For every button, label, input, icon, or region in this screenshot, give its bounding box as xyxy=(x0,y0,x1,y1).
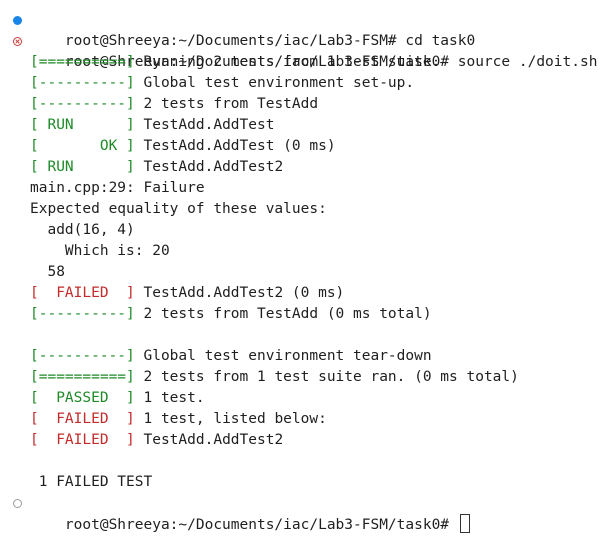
terminal-line: add(16, 4) xyxy=(0,220,616,241)
test-tag: [----------] xyxy=(30,348,135,364)
terminal-line: [----------] 2 tests from TestAdd (0 ms … xyxy=(0,304,616,325)
terminal-line: [ PASSED ] 1 test. xyxy=(0,388,616,409)
terminal-line: [ OK ] TestAdd.AddTest (0 ms) xyxy=(0,136,616,157)
test-output: Expected equality of these values: xyxy=(30,201,327,217)
terminal-line: [ RUN ] TestAdd.AddTest xyxy=(0,115,616,136)
test-tag: [ FAILED ] xyxy=(30,411,135,427)
test-tag: [----------] xyxy=(30,75,135,91)
test-tag: [----------] xyxy=(30,96,135,112)
terminal-line: root@Shreeya:~/Documents/iac/Lab3-FSM/ta… xyxy=(0,493,616,533)
shell-command xyxy=(449,517,458,533)
test-output: add(16, 4) xyxy=(30,222,135,238)
test-output: 2 tests from 1 test suite ran. (0 ms tot… xyxy=(134,369,519,385)
terminal-line: root@Shreeya:~/Documents/iac/Lab3-FSM# c… xyxy=(0,10,616,49)
terminal-line: [ FAILED ] 1 test, listed below: xyxy=(0,409,616,430)
terminal-line: root@Shreeya:~/Documents/iac/Lab3-FSM/ta… xyxy=(0,31,616,70)
terminal-line: [----------] Global test environment tea… xyxy=(0,346,616,367)
test-output: 1 test, listed below: xyxy=(134,411,327,427)
test-summary: 1 FAILED TEST xyxy=(30,474,153,490)
terminal-line: [ FAILED ] TestAdd.AddTest2 (0 ms) xyxy=(0,283,616,304)
terminal-line: [ FAILED ] TestAdd.AddTest2 xyxy=(0,430,616,451)
command-error-icon[interactable] xyxy=(13,37,22,46)
shell-prompt: root@Shreeya:~/Documents/iac/Lab3-FSM/ta… xyxy=(64,517,450,533)
terminal-line: Which is: 20 xyxy=(0,241,616,262)
test-output: Global test environment set-up. xyxy=(134,75,415,91)
test-output: TestAdd.AddTest2 xyxy=(134,432,284,448)
test-output: Running 2 tests from 1 test suite. xyxy=(134,54,441,70)
terminal-line: [----------] Global test environment set… xyxy=(0,73,616,94)
terminal-line: 58 xyxy=(0,262,616,283)
test-output: TestAdd.AddTest2 (0 ms) xyxy=(134,285,345,301)
terminal-panel[interactable]: root@Shreeya:~/Documents/iac/Lab3-FSM# c… xyxy=(0,10,616,533)
test-output: main.cpp:29: Failure xyxy=(30,180,205,196)
test-output: TestAdd.AddTest2 xyxy=(134,159,284,175)
test-output: 1 test. xyxy=(134,390,205,406)
test-tag: [==========] xyxy=(30,54,135,70)
terminal-line: Expected equality of these values: xyxy=(0,199,616,220)
terminal-line: [----------] 2 tests from TestAdd xyxy=(0,94,616,115)
terminal-cursor[interactable] xyxy=(459,514,470,533)
test-tag: [ PASSED ] xyxy=(30,390,135,406)
test-tag: [----------] xyxy=(30,306,135,322)
command-success-icon[interactable] xyxy=(13,16,22,25)
test-output: Global test environment tear-down xyxy=(134,348,432,364)
test-tag: [ FAILED ] xyxy=(30,285,135,301)
test-tag: [ RUN ] xyxy=(30,117,135,133)
terminal-line: [==========] 2 tests from 1 test suite r… xyxy=(0,367,616,388)
test-output: 2 tests from TestAdd (0 ms total) xyxy=(134,306,432,322)
terminal-line: 1 FAILED TEST xyxy=(0,472,616,493)
test-output: 58 xyxy=(30,264,65,280)
test-tag: [==========] xyxy=(30,369,135,385)
terminal-line: main.cpp:29: Failure xyxy=(0,178,616,199)
test-output: TestAdd.AddTest xyxy=(134,117,275,133)
test-output: 2 tests from TestAdd xyxy=(134,96,319,112)
test-tag: [ RUN ] xyxy=(30,159,135,175)
test-output: TestAdd.AddTest (0 ms) xyxy=(134,138,336,154)
test-tag: [ FAILED ] xyxy=(30,432,135,448)
test-output: Which is: 20 xyxy=(30,243,170,259)
terminal-line: [==========] Running 2 tests from 1 test… xyxy=(0,52,616,73)
command-idle-icon xyxy=(13,499,22,508)
terminal-line: [ RUN ] TestAdd.AddTest2 xyxy=(0,157,616,178)
test-tag: [ OK ] xyxy=(30,138,135,154)
